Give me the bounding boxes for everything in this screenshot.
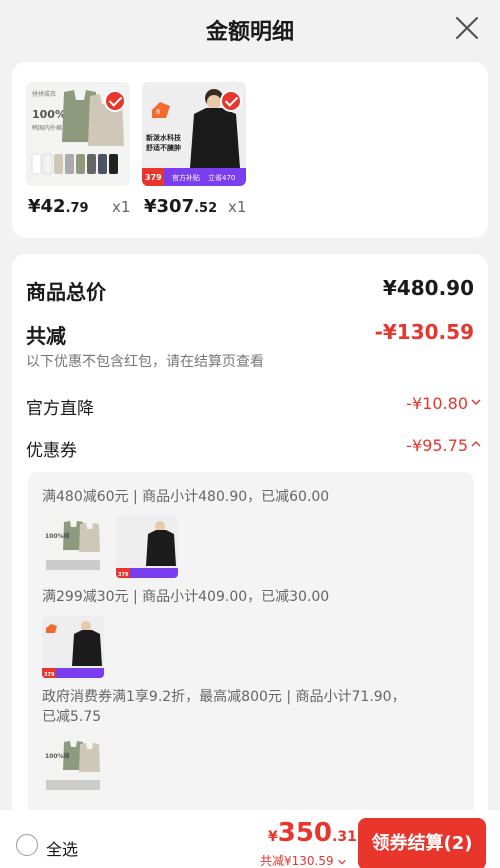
chevron-up-icon[interactable] bbox=[470, 438, 482, 450]
product-qty: x1 bbox=[112, 198, 131, 216]
jacket-thumbnail: 379 bbox=[116, 516, 178, 578]
official-discount-label: 官方直降 bbox=[26, 399, 94, 419]
chevron-down-icon[interactable] bbox=[337, 857, 347, 867]
svg-text:6: 6 bbox=[156, 108, 161, 116]
svg-text:拼拼成衣: 拼拼成衣 bbox=[32, 90, 56, 98]
coupon-discount-value: -¥95.75 bbox=[406, 436, 468, 455]
checkout-bar: 全选 ¥350.31 共减¥130.59 领券结算(2) bbox=[0, 810, 500, 868]
modal-header: 金额明细 bbox=[0, 0, 500, 58]
total-reduce-value: -¥130.59 bbox=[374, 320, 474, 344]
jacket-thumbnail: 379 bbox=[42, 616, 104, 678]
coupon-detail-line: 已减5.75 bbox=[42, 709, 102, 725]
product-price: ¥42.79 bbox=[28, 196, 89, 217]
payable-total: ¥350.31 bbox=[268, 818, 357, 848]
product-qty: x1 bbox=[228, 198, 247, 216]
discount-note: 以下优惠不包含红包，请在结算页查看 bbox=[26, 354, 264, 370]
vest-product-image[interactable]: 拼拼成衣 100%棉 韩国内外棉 bbox=[26, 82, 130, 186]
svg-text:新泼水科技: 新泼水科技 bbox=[146, 133, 182, 142]
coupon-detail-line: 满480减60元 | 商品小计480.90，已减60.00 bbox=[42, 489, 330, 505]
price-summary-card: 商品总价 ¥480.90 共减 -¥130.59 以下优惠不包含红包，请在结算页… bbox=[12, 254, 488, 868]
product-price: ¥307.52 bbox=[144, 196, 218, 217]
select-all-label[interactable]: 全选 bbox=[46, 836, 78, 860]
selected-check-icon[interactable] bbox=[220, 90, 242, 112]
vest-thumbnail: 100%棉 bbox=[42, 736, 104, 798]
products-card: 拼拼成衣 100%棉 韩国内外棉 ¥42.79 x1 6 新泼水科技 舒适不臃肿… bbox=[12, 62, 488, 238]
svg-text:100%棉: 100%棉 bbox=[45, 752, 70, 760]
selected-check-icon[interactable] bbox=[104, 90, 126, 112]
svg-text:舒适不臃肿: 舒适不臃肿 bbox=[146, 143, 181, 152]
chevron-down-icon[interactable] bbox=[470, 396, 482, 408]
svg-text:379: 379 bbox=[44, 672, 55, 678]
svg-text:100%棉: 100%棉 bbox=[45, 532, 70, 540]
coupon-discount-label: 优惠券 bbox=[26, 441, 77, 461]
official-discount-value: -¥10.80 bbox=[406, 394, 468, 413]
total-reduce-summary[interactable]: 共减¥130.59 bbox=[260, 852, 347, 868]
jacket-product-image[interactable]: 6 新泼水科技 舒适不臃肿 379 官方补贴 立省470 bbox=[142, 82, 246, 186]
coupon-detail-line: 满299减30元 | 商品小计409.00，已减30.00 bbox=[42, 589, 330, 605]
total-reduce-label: 共减 bbox=[26, 324, 66, 348]
promo-price: 379 bbox=[145, 173, 162, 182]
close-icon[interactable] bbox=[454, 15, 480, 41]
total-price-value: ¥480.90 bbox=[382, 276, 474, 300]
promo-label: 官方补贴 bbox=[172, 173, 200, 182]
coupon-details-box: 满480减60元 | 商品小计480.90，已减60.00 100%棉 379 … bbox=[28, 472, 474, 868]
coupon-detail-line: 政府消费券满1享9.2折，最高减800元 | 商品小计71.90， bbox=[42, 689, 406, 705]
svg-text:379: 379 bbox=[118, 572, 129, 578]
total-price-label: 商品总价 bbox=[26, 280, 106, 304]
select-all-radio[interactable] bbox=[16, 834, 38, 856]
promo-savings: 立省470 bbox=[208, 173, 235, 182]
checkout-button[interactable]: 领券结算(2) bbox=[358, 818, 486, 868]
svg-text:韩国内外棉: 韩国内外棉 bbox=[32, 124, 62, 132]
vest-thumbnail: 100%棉 bbox=[42, 516, 104, 578]
page-title: 金额明细 bbox=[205, 20, 294, 45]
